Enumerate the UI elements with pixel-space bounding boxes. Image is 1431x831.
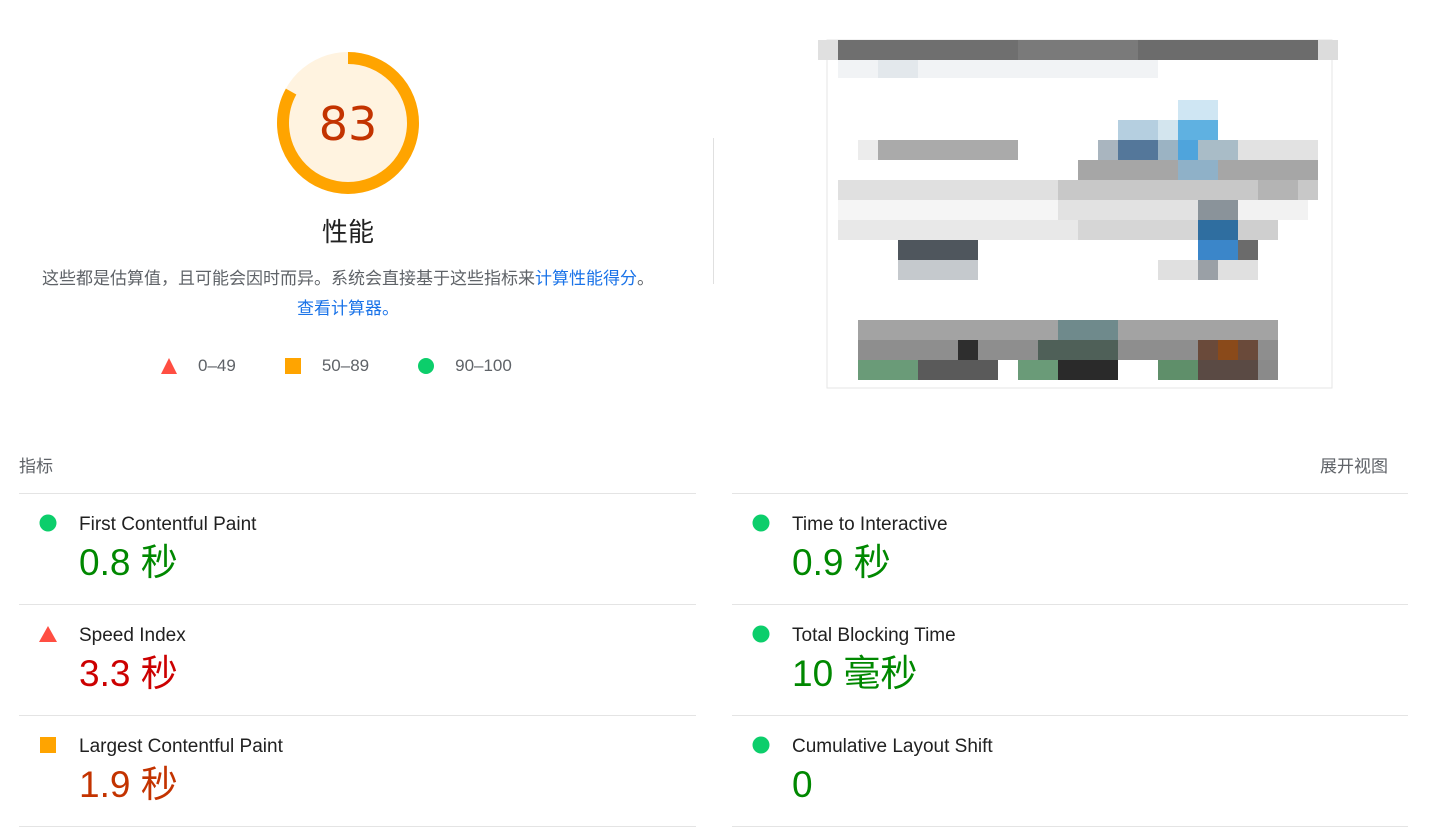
circle-icon — [418, 358, 435, 374]
triangle-icon — [161, 358, 177, 374]
metric-first-contentful-paint: First Contentful Paint 0.8 秒 — [19, 494, 695, 604]
legend-label: 90–100 — [455, 356, 512, 375]
metric-total-blocking-time: Total Blocking Time 10 毫秒 — [732, 605, 1408, 715]
score-legend: 0–49 50–89 90–100 — [160, 352, 560, 380]
metric-title: First Contentful Paint — [79, 514, 257, 535]
circle-icon — [39, 514, 57, 532]
metric-speed-index: Speed Index 3.3 秒 — [19, 605, 695, 715]
metric-value: 1.9 秒 — [79, 764, 178, 805]
description-text: 这些都是估算值，且可能会因时而异。系统会直接基于这些指标来 — [42, 269, 535, 289]
legend-label: 50–89 — [321, 356, 370, 375]
metric-cumulative-layout-shift: Cumulative Layout Shift 0 — [732, 716, 1408, 826]
gauge-title: 性能 — [321, 218, 374, 248]
square-icon — [284, 358, 301, 374]
square-icon — [40, 737, 56, 753]
score-description: 这些都是估算值，且可能会因时而异。系统会直接基于这些指标来计算性能得分。查看计算… — [40, 264, 656, 324]
metric-value: 0.9 秒 — [792, 542, 891, 583]
description-separator: 。 — [637, 269, 654, 289]
expand-view-toggle[interactable]: 展开视图 — [1320, 452, 1388, 477]
metric-largest-contentful-paint: Largest Contentful Paint 1.9 秒 — [19, 716, 695, 826]
metrics-header: 指标 — [19, 457, 53, 477]
metric-value: 0.8 秒 — [79, 542, 178, 583]
legend-item-average: 50–89 — [284, 356, 369, 376]
metric-value: 10 毫秒 — [792, 653, 918, 694]
legend-label: 0–49 — [198, 356, 236, 375]
metric-time-to-interactive: Time to Interactive 0.9 秒 — [732, 494, 1408, 604]
performance-score: 83 — [318, 97, 378, 151]
section-divider — [713, 138, 714, 284]
metric-title: Largest Contentful Paint — [79, 736, 283, 757]
triangle-icon — [39, 626, 57, 642]
metric-value: 3.3 秒 — [79, 653, 178, 694]
circle-icon — [752, 736, 770, 754]
calculate-score-link[interactable]: 计算性能得分 — [535, 269, 637, 289]
legend-item-pass: 90–100 — [417, 356, 512, 376]
circle-icon — [752, 514, 770, 532]
circle-icon — [752, 625, 770, 643]
view-calculator-link[interactable]: 查看计算器。 — [297, 299, 399, 319]
metrics-divider — [19, 826, 696, 827]
legend-item-fail: 0–49 — [160, 356, 236, 376]
metric-value: 0 — [792, 764, 813, 805]
page-screenshot-thumbnail — [818, 20, 1343, 392]
metric-title: Time to Interactive — [792, 514, 948, 535]
metric-title: Speed Index — [79, 625, 186, 646]
metrics-divider — [732, 826, 1408, 827]
metric-title: Cumulative Layout Shift — [792, 736, 993, 757]
metric-title: Total Blocking Time — [792, 625, 956, 646]
